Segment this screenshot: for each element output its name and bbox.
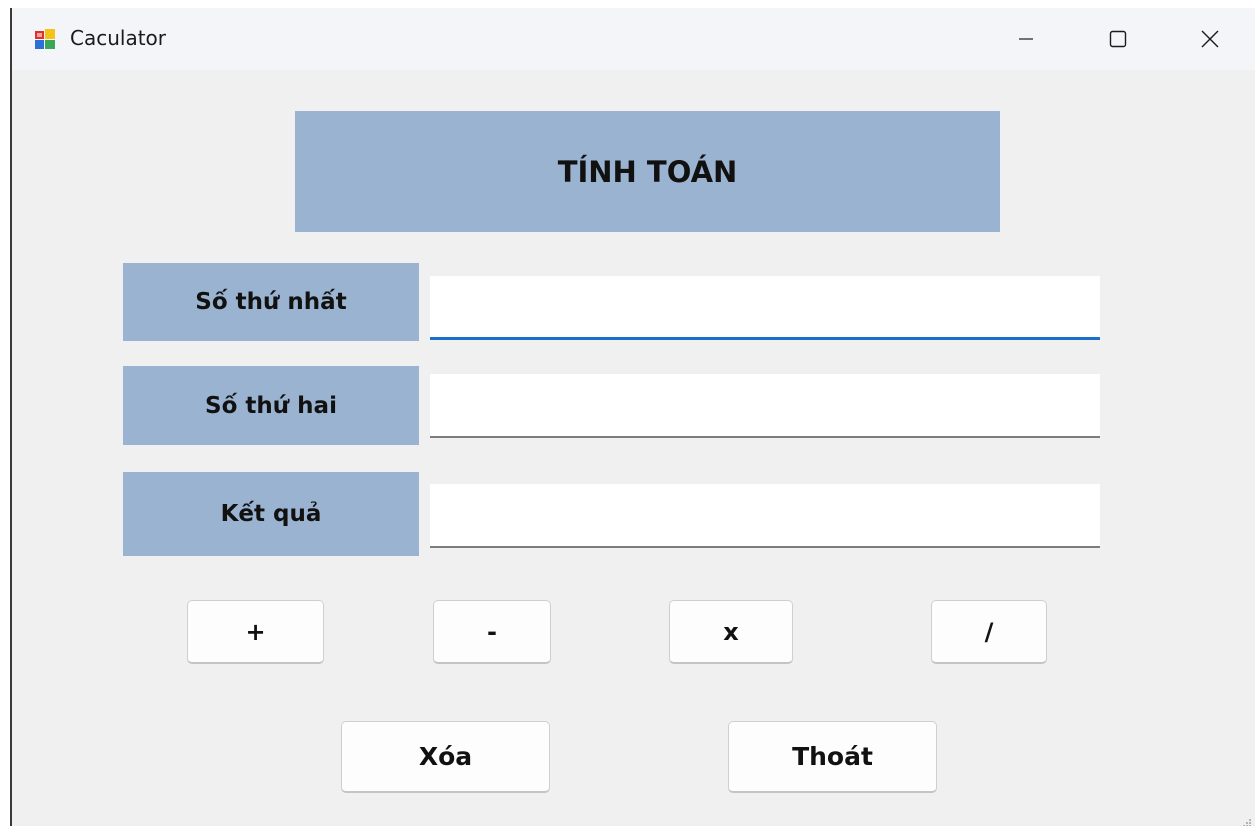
result-input[interactable]: [430, 484, 1100, 548]
exit-button[interactable]: Thoát: [728, 721, 937, 793]
close-button[interactable]: [1164, 8, 1255, 70]
title-bar[interactable]: Caculator: [12, 8, 1255, 70]
clear-button[interactable]: Xóa: [341, 721, 550, 793]
maximize-icon: [1109, 30, 1127, 48]
close-icon: [1201, 30, 1219, 48]
resize-grip-icon[interactable]: [1242, 813, 1252, 826]
form-heading: TÍNH TOÁN: [295, 111, 1000, 232]
calculator-window: Caculator TÍNH TOÁN Số thứ nhất Số thứ h…: [10, 8, 1255, 826]
minimize-icon: [1018, 31, 1034, 47]
window-title: Caculator: [70, 26, 167, 50]
divide-button[interactable]: /: [931, 600, 1047, 664]
minimize-button[interactable]: [980, 8, 1072, 70]
subtract-button[interactable]: -: [433, 600, 551, 664]
add-button[interactable]: +: [187, 600, 324, 664]
first-number-label: Số thứ nhất: [123, 263, 419, 341]
second-number-input[interactable]: [430, 374, 1100, 438]
first-number-input[interactable]: [430, 276, 1100, 340]
maximize-button[interactable]: [1072, 8, 1164, 70]
app-icon: [34, 28, 56, 50]
multiply-button[interactable]: x: [669, 600, 793, 664]
result-label: Kết quả: [123, 472, 419, 556]
second-number-label: Số thứ hai: [123, 366, 419, 445]
